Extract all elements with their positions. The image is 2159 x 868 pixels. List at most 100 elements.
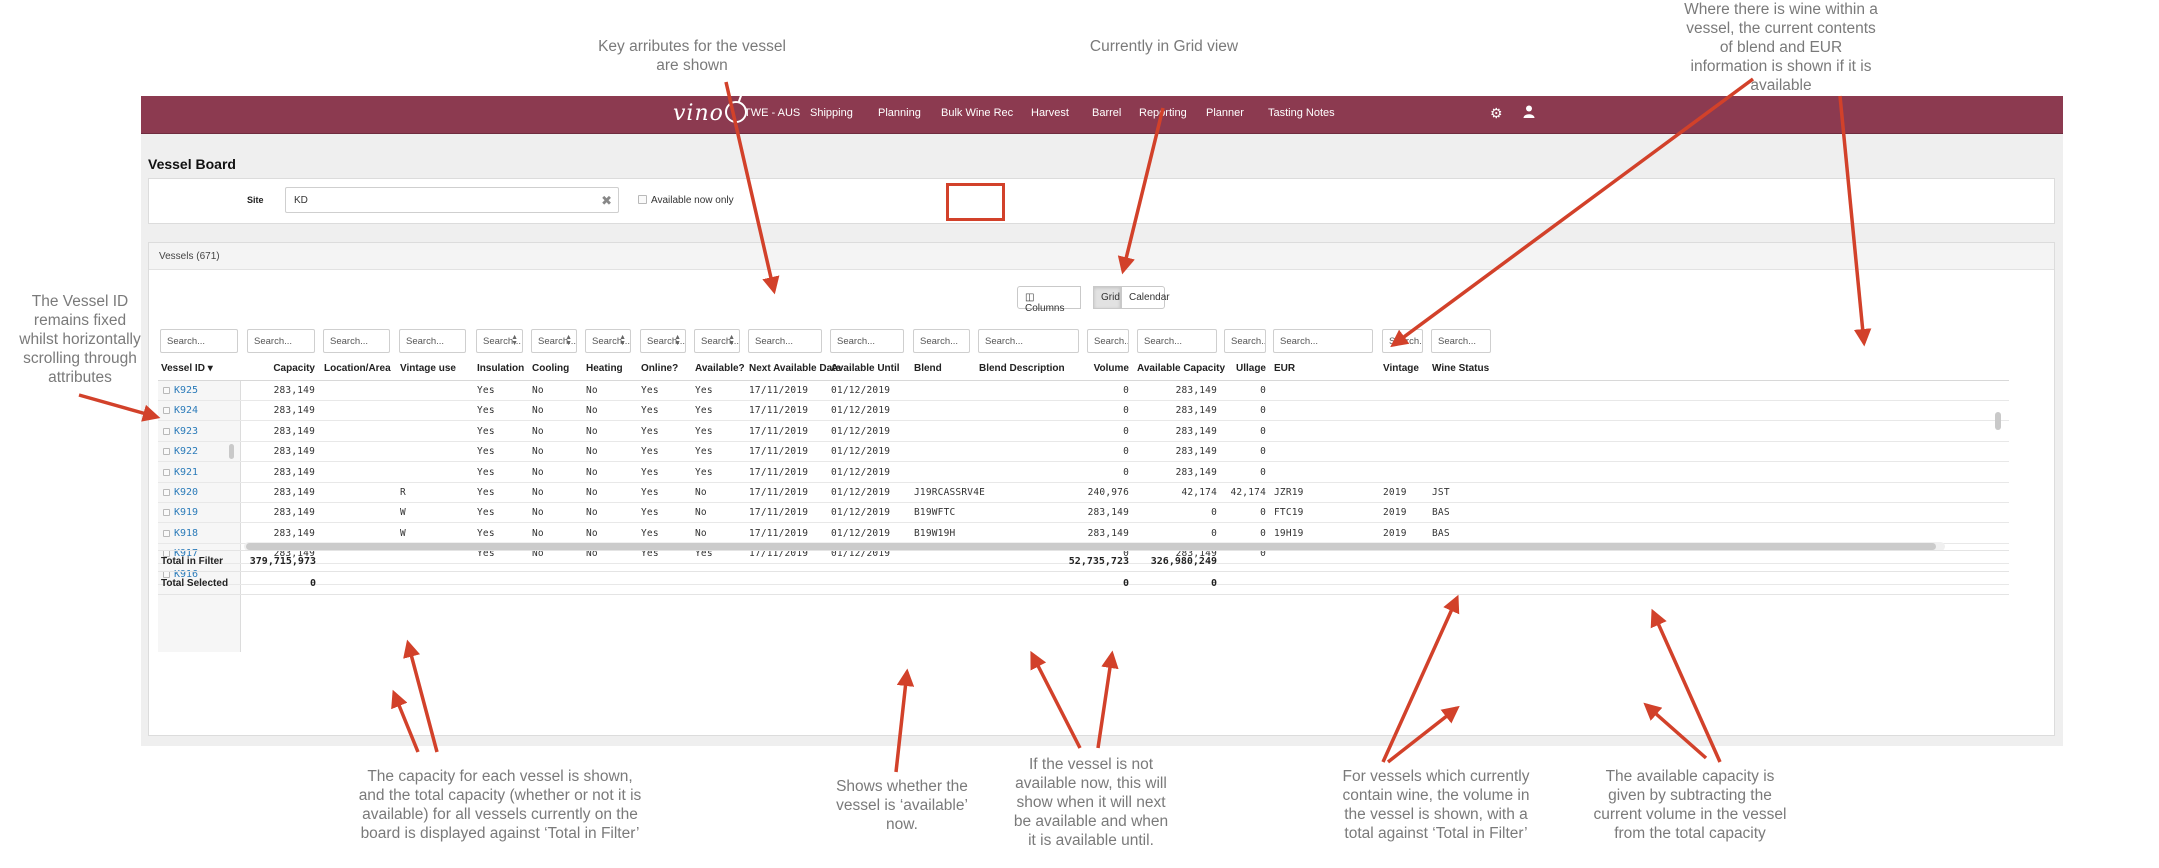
sort-arrows-icon: ▲ ▼ [674, 334, 681, 347]
column-header-next-available-date[interactable]: Next Available Date [749, 363, 841, 374]
vessel-id-link[interactable]: K918 [174, 528, 198, 539]
search-input-cooling[interactable]: Search... ▲ ▼ [531, 329, 577, 353]
search-input-vessel-id[interactable]: Search... [160, 329, 238, 353]
column-header-cooling[interactable]: Cooling [532, 363, 569, 374]
search-input-blend[interactable]: Search... [913, 329, 970, 353]
cell-available-capacity: 283,149 [1175, 446, 1217, 458]
table-row[interactable]: K922 283,149 Yes No No Yes Yes 17/11/2019 01/12/… [158, 442, 2009, 463]
site-select[interactable]: KD ✖ [285, 187, 619, 213]
column-header-vintage-use[interactable]: Vintage use [400, 363, 456, 374]
nav-item-harvest[interactable]: Harvest [1031, 107, 1069, 119]
table-row[interactable]: K919 283,149 W Yes No No Yes No 17/11/2019 01/12/… [158, 503, 2009, 524]
search-input-volume[interactable]: Search... [1087, 329, 1129, 353]
column-header-blend[interactable]: Blend [914, 363, 942, 374]
search-input-online[interactable]: Search... ▲ ▼ [640, 329, 686, 353]
sort-arrows-icon: ▲ ▼ [619, 334, 626, 347]
table-row[interactable]: K918 283,149 W Yes No No Yes No 17/11/2019 01/12/… [158, 524, 2009, 544]
nav-item-planner[interactable]: Planner [1206, 107, 1244, 119]
search-input-eur[interactable]: Search... [1273, 329, 1373, 353]
nav-item-bulk-wine-rec[interactable]: Bulk Wine Rec [941, 107, 1013, 119]
table-row[interactable]: K925 283,149 Yes No No Yes Yes 17/11/2019 01/12/… [158, 381, 2009, 401]
vessel-id-link[interactable]: K923 [174, 426, 198, 437]
column-header-available-capacity[interactable]: Available Capacity [1137, 363, 1225, 374]
search-input-available-capacity[interactable]: Search... [1137, 329, 1217, 353]
cell-heating: No [586, 466, 598, 478]
search-input-vintage[interactable]: Search... [1382, 329, 1423, 353]
row-select-checkbox[interactable] [163, 468, 170, 476]
vessel-id-link[interactable]: K924 [174, 405, 198, 416]
table-row[interactable]: K924 283,149 Yes No No Yes Yes 17/11/2019 01/12/… [158, 401, 2009, 422]
nav-item-reporting[interactable]: Reporting [1139, 107, 1187, 119]
row-select-checkbox[interactable] [163, 427, 170, 435]
vinoz-logo[interactable]: vino [673, 101, 747, 129]
user-icon[interactable] [1523, 105, 1535, 121]
search-input-capacity[interactable]: Search... [247, 329, 315, 353]
column-header-insulation[interactable]: Insulation [477, 363, 524, 374]
row-select-checkbox[interactable] [163, 529, 170, 537]
column-header-wine-status[interactable]: Wine Status [1432, 363, 1489, 374]
nav-item-tasting-notes[interactable]: Tasting Notes [1268, 107, 1335, 119]
column-header-capacity[interactable]: Capacity [247, 363, 315, 374]
nav-site-selector[interactable]: TWE - AUS [744, 107, 800, 119]
note-grid-view: Currently in Grid view [1089, 38, 1239, 55]
search-input-next-available-date[interactable]: Search... [748, 329, 822, 353]
calendar-view-button[interactable]: Calendar [1121, 286, 1170, 309]
table-row[interactable]: K921 283,149 Yes No No Yes Yes 17/11/2019 01/12/… [158, 463, 2009, 483]
clear-icon[interactable]: ✖ [601, 193, 612, 209]
cell-insulation: Yes [477, 405, 495, 417]
column-header-ullage[interactable]: Ullage [1224, 363, 1266, 374]
column-header-blend-description[interactable]: Blend Description [979, 363, 1065, 374]
grid-view-button[interactable]: Grid [1093, 286, 1121, 309]
row-select-checkbox[interactable] [163, 407, 170, 415]
column-header-volume[interactable]: Volume [1087, 363, 1129, 374]
vessels-count-header: Vessels (671) [149, 243, 2054, 270]
search-input-location-area[interactable]: Search... [323, 329, 390, 353]
search-input-vintage-use[interactable]: Search... [399, 329, 466, 353]
search-input-heating[interactable]: Search... ▲ ▼ [585, 329, 631, 353]
nav-item-planning[interactable]: Planning [878, 107, 921, 119]
column-header-available-until[interactable]: Available Until [831, 363, 900, 374]
table-row[interactable]: K923 283,149 Yes No No Yes Yes 17/11/2019 01/12/… [158, 422, 2009, 442]
search-input-available[interactable]: Search... ▲ ▼ [694, 329, 740, 353]
row-select-checkbox[interactable] [163, 387, 170, 394]
table-row[interactable]: K920 283,149 R Yes No No Yes No 17/11/2019 01/12/… [158, 483, 2009, 503]
note-available-capacity: The available capacity is given by subtra… [1593, 768, 1787, 842]
vessel-id-link[interactable]: K921 [174, 467, 198, 478]
cell-eur: FTC19 [1274, 507, 1304, 519]
cell-next-available-date: 17/11/2019 [749, 527, 809, 539]
search-input-available-until[interactable]: Search... [830, 329, 904, 353]
row-select-checkbox[interactable] [163, 509, 170, 517]
column-header-vintage[interactable]: Vintage [1383, 363, 1419, 374]
nav-item-shipping[interactable]: Shipping [810, 107, 853, 119]
cell-insulation: Yes [477, 487, 495, 498]
gear-icon[interactable]: ⚙ [1490, 105, 1503, 122]
horizontal-scrollbar-thumb[interactable] [246, 543, 1936, 550]
available-now-checkbox[interactable] [638, 195, 647, 204]
vessel-id-link[interactable]: K925 [174, 385, 198, 396]
note-vessel-id-fixed: The Vessel ID remains fixed whilst horizon… [19, 293, 141, 386]
row-select-checkbox[interactable] [163, 489, 170, 496]
columns-view-button[interactable]: ◫ Columns [1017, 286, 1081, 314]
note-wine-contents: Where there is wine within a vessel, the … [1684, 1, 1878, 94]
total-in-filter-volume: 52,735,723 [1068, 556, 1129, 567]
cell-next-available-date: 17/11/2019 [749, 425, 809, 437]
sort-desc-icon[interactable]: ▾ [205, 363, 213, 374]
vessel-id-link[interactable]: K919 [174, 507, 198, 518]
search-input-insulation[interactable]: Search... ▲ ▼ [476, 329, 523, 353]
nav-item-barrel[interactable]: Barrel [1092, 107, 1121, 119]
column-header-heating[interactable]: Heating [586, 363, 623, 374]
column-header-online[interactable]: Online? [641, 363, 678, 374]
column-header-location-area[interactable]: Location/Area [324, 363, 391, 374]
column-header-vessel-id[interactable]: Vessel ID ▾ [161, 363, 213, 374]
column-header-available[interactable]: Available? [695, 363, 745, 374]
search-input-blend-description[interactable]: Search... [978, 329, 1079, 353]
column-header-eur[interactable]: EUR [1274, 363, 1295, 374]
search-input-ullage[interactable]: Search... [1224, 329, 1266, 353]
vessel-id-link[interactable]: K922 [174, 446, 198, 457]
cell-eur: JZR19 [1274, 487, 1304, 498]
calendar-label: Calendar [1129, 292, 1170, 303]
vertical-scrollbar[interactable] [1995, 412, 2001, 430]
row-select-checkbox[interactable] [163, 448, 170, 456]
search-input-wine-status[interactable]: Search... [1431, 329, 1491, 353]
vessel-id-link[interactable]: K920 [174, 487, 198, 498]
